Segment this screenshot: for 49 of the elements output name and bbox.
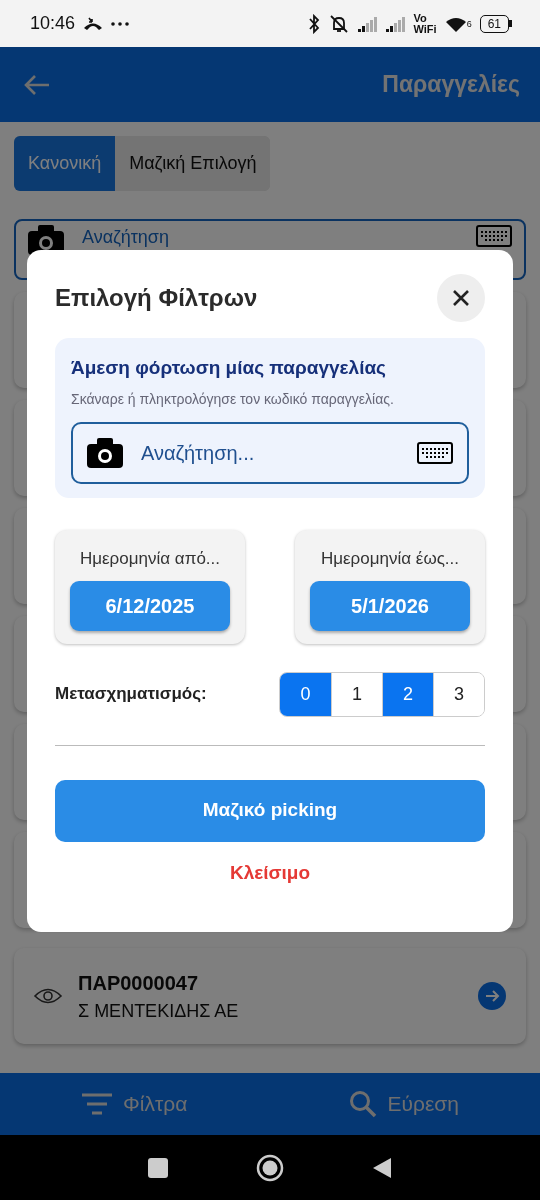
mode-tab[interactable]: Κανονική: [14, 136, 116, 191]
arrow-circle-icon[interactable]: [478, 982, 506, 1010]
status-time: 10:46: [30, 12, 76, 35]
filter-button[interactable]: Φίλτρα: [75, 1087, 194, 1121]
panel-title: Άμεση φόρτωση μίας παραγγελίας: [71, 356, 387, 380]
search-button[interactable]: Εύρεση: [343, 1087, 465, 1121]
wifi-icon: [444, 15, 467, 32]
search-input[interactable]: Αναζήτηση...: [139, 436, 401, 469]
close-button[interactable]: [437, 274, 485, 322]
search-icon: [349, 1090, 378, 1118]
muted-bell-icon: [327, 13, 350, 34]
panel-hint: Σκάναρε ή πληκτρολόγησε τον κωδικό παραγγελίας.: [71, 389, 395, 409]
wifi-band-label: 6: [466, 18, 472, 31]
search-placeholder: Αναζήτηση: [82, 227, 169, 247]
date-label: Ημερομηνία από...: [79, 547, 220, 570]
order-card[interactable]: ΠΑΡ0000047 Σ ΜΕΝΤΕΚΙΔΗΣ ΑΕ: [14, 948, 526, 1044]
close-link[interactable]: Κλείσιμο: [223, 857, 317, 888]
signal-icon: [385, 15, 406, 32]
keyboard-icon: [417, 441, 453, 464]
camera-icon: [87, 437, 123, 468]
wifi-label: WiFi: [413, 23, 437, 35]
transform-label: Μετασχηματισμός:: [55, 683, 207, 706]
order-code: ΠΑΡ0000047: [78, 970, 200, 996]
close-icon: [452, 289, 470, 307]
eye-icon: [34, 987, 62, 1005]
transform-option[interactable]: 0: [280, 672, 331, 716]
customer-name: Σ ΜΕΝΤΕΚΙΔΗΣ ΑΕ: [78, 999, 240, 1023]
vo-label: Vo: [413, 12, 428, 24]
recents-button[interactable]: [148, 1157, 168, 1178]
date-button[interactable]: 6/12/2025: [70, 581, 230, 631]
bulk-picking-button[interactable]: Μαζικό picking: [55, 779, 485, 842]
missed-call-icon: [83, 16, 104, 31]
battery-tip-icon: [509, 20, 512, 27]
transform-option[interactable]: 2: [382, 672, 433, 716]
search-field[interactable]: Αναζήτηση...: [71, 421, 469, 484]
mode-tab[interactable]: Μαζική Επιλογή: [115, 136, 271, 191]
signal-icon: [357, 15, 378, 32]
transform-option[interactable]: 3: [433, 672, 484, 716]
back-nav-button[interactable]: [372, 1156, 392, 1179]
keyboard-icon: [476, 225, 512, 247]
date-button[interactable]: 5/1/2026: [310, 581, 470, 631]
page-title: Παραγγελίες: [382, 70, 520, 100]
home-button[interactable]: [256, 1153, 284, 1182]
bluetooth-icon: [307, 13, 320, 34]
back-arrow-icon: [24, 74, 50, 97]
date-label: Ημερομηνία έως...: [320, 547, 460, 570]
filter-icon: [81, 1093, 114, 1115]
dialog-title: Επιλογή Φίλτρων: [55, 283, 258, 313]
more-icon: [111, 21, 130, 26]
